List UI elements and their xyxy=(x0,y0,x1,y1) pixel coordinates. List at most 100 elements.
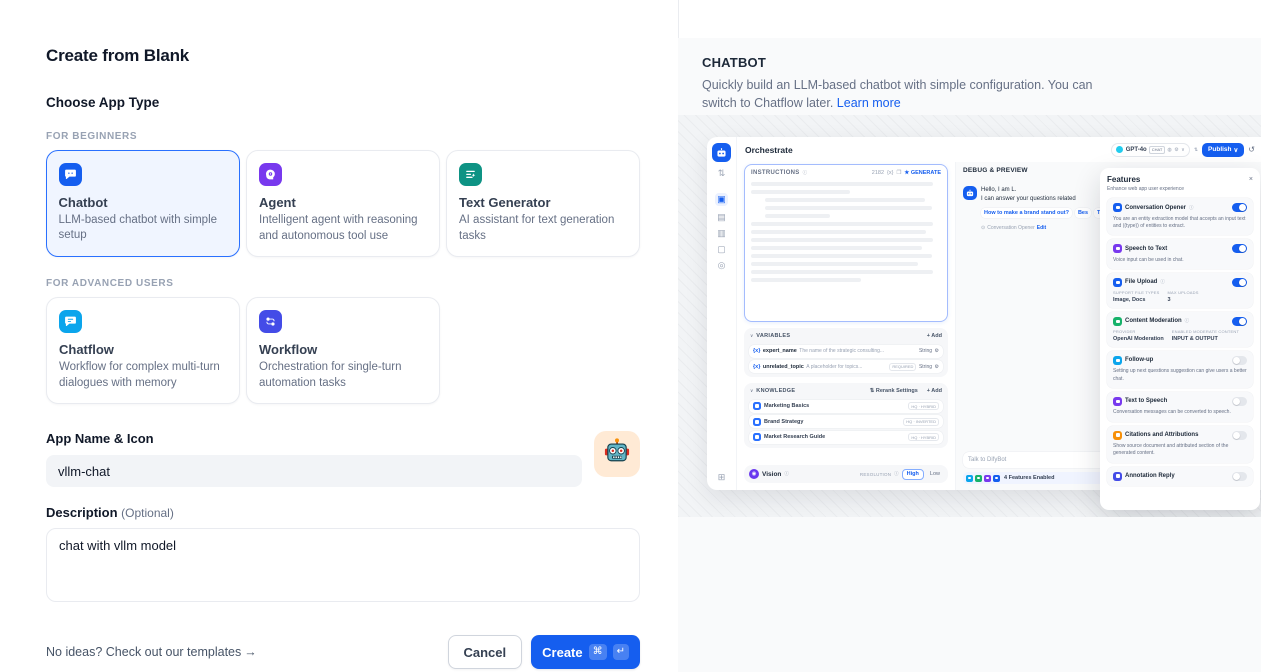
toggle-on xyxy=(1232,278,1247,287)
speaker-icon xyxy=(1113,397,1122,406)
annotation-icon xyxy=(1113,472,1122,481)
model-provider-icon xyxy=(1116,146,1123,153)
resolution-high-option: High xyxy=(902,469,924,480)
preview-frame-icon: ⊞ xyxy=(718,473,726,482)
app-type-title: Text Generator xyxy=(459,195,627,210)
app-type-desc: Intelligent agent with reasoning and aut… xyxy=(259,213,427,244)
feature-card-follow-up: Follow-up Setting up next questions sugg… xyxy=(1107,351,1253,388)
page-title: Create from Blank xyxy=(46,46,640,66)
preview-doc-icon: ▥ xyxy=(717,229,726,238)
suggestion-chip: Bes xyxy=(1075,208,1091,218)
sparkle-icon: ★ xyxy=(904,170,909,176)
gear-icon: ⚙ xyxy=(935,348,939,354)
chevron-down-icon: ∨ xyxy=(750,333,753,339)
document-icon xyxy=(753,402,761,410)
knowledge-row: Market Research Guide HQ · HYBRID xyxy=(749,431,943,444)
knowledge-row: Marketing Basics HQ · HYBRID xyxy=(749,400,943,413)
variable-row: {x} unrelated_topic A placeholder for to… xyxy=(749,360,943,373)
knowledge-section: ∨ KNOWLEDGE ⇅ Rerank Settings + Add xyxy=(744,383,948,448)
variable-icon: {x} xyxy=(753,348,760,354)
char-count: 2182 xyxy=(872,170,884,176)
modal-footer: No ideas? Check out our templates→ Cance… xyxy=(46,635,640,669)
model-selector: GPT-4o CHAT ◍ ⚙ ∨ xyxy=(1111,143,1190,157)
templates-link[interactable]: No ideas? Check out our templates→ xyxy=(46,645,257,659)
preview-notes-icon: ▢ xyxy=(717,245,726,254)
document-icon xyxy=(753,418,761,426)
advanced-cards-row: Chatflow Workflow for complex multi-turn… xyxy=(46,297,640,404)
info-icon: ⓘ xyxy=(784,471,789,477)
variable-icon: {x} xyxy=(887,170,893,176)
shield-icon xyxy=(1113,317,1122,326)
edit-link: Edit xyxy=(1037,225,1046,231)
app-icon-picker[interactable] xyxy=(594,431,640,477)
workflow-icon xyxy=(259,310,282,333)
info-icon: ⓘ xyxy=(1160,279,1165,285)
preview-orchestrate-icon: ▣ xyxy=(715,193,728,206)
app-type-title: Chatbot xyxy=(59,195,228,210)
preview-app-robot-icon xyxy=(712,143,731,162)
rerank-icon: ⇅ xyxy=(870,388,875,394)
document-icon xyxy=(753,433,761,441)
app-type-desc: Orchestration for single-turn automation… xyxy=(259,360,427,391)
app-type-desc: Workflow for complex multi-turn dialogue… xyxy=(59,360,227,391)
index-mode-badge: HQ · HYBRID xyxy=(908,433,939,441)
feature-card-speech-to-text: Speech to Text Voice input can be used i… xyxy=(1107,239,1253,269)
preview-description: Quickly build an LLM-based chatbot with … xyxy=(702,76,1107,112)
feature-card-citations: Citations and Attributions Show source d… xyxy=(1107,426,1253,463)
variables-section: ∨ VARIABLES + Add {x} expert_name The na… xyxy=(744,328,948,377)
variable-row: {x} expert_name The name of the strategi… xyxy=(749,345,943,358)
description-textarea[interactable]: chat with vllm model xyxy=(46,528,640,602)
vision-section: ◉ Vision ⓘ RESOLUTION ⓘ High Low xyxy=(744,465,948,483)
features-panel: Features × Enhance web app user experien… xyxy=(1100,168,1260,510)
copy-icon: ❐ xyxy=(896,170,901,176)
add-variable-button: + Add xyxy=(927,333,942,339)
preview-illustration-area: ⇅ ▣ ▤ ▥ ▢ ◎ ⊞ Orchestrate GPT-4o CHAT xyxy=(678,115,1261,517)
app-type-card-text-generator[interactable]: Text Generator AI assistant for text gen… xyxy=(446,150,640,257)
knowledge-row: Brand Strategy HQ · INVERTED xyxy=(749,415,943,428)
brain-icon: ◍ xyxy=(1167,147,1171,153)
preview-heading: CHATBOT xyxy=(702,55,1237,70)
chevron-down-icon: ∨ xyxy=(1181,147,1185,153)
chat-bubble-icon xyxy=(1113,203,1122,212)
index-mode-badge: HQ · INVERTED xyxy=(903,418,939,426)
preview-header: Orchestrate GPT-4o CHAT ◍ ⚙ ∨ ⇅ Publish xyxy=(737,137,1261,162)
feature-card-file-upload: File Upload ⓘ SUPPORT FILE TYPES Image, … xyxy=(1107,273,1253,308)
variable-icon: {x} xyxy=(753,364,760,370)
index-mode-badge: HQ · HYBRID xyxy=(908,402,939,410)
toggle-off xyxy=(1232,431,1247,440)
preview-switch-icon: ⇅ xyxy=(718,169,726,178)
app-type-card-chatbot[interactable]: Chatbot LLM-based chatbot with simple se… xyxy=(46,150,240,257)
opener-feature-icon xyxy=(966,475,973,482)
instructions-placeholder-text xyxy=(751,182,941,282)
info-icon: ⓘ xyxy=(894,471,899,477)
app-type-card-agent[interactable]: Agent Intelligent agent with reasoning a… xyxy=(246,150,440,257)
chatflow-icon xyxy=(59,310,82,333)
close-icon: × xyxy=(1249,176,1253,183)
app-type-desc: LLM-based chatbot with simple setup xyxy=(59,213,228,244)
robot-emoji-icon xyxy=(602,437,632,472)
resolution-label: RESOLUTION xyxy=(860,472,891,477)
resolution-low-option: Low xyxy=(927,470,943,479)
chat-bubble-icon xyxy=(1113,356,1122,365)
text-generator-icon xyxy=(459,163,482,186)
learn-more-link[interactable]: Learn more xyxy=(837,96,901,110)
cancel-button[interactable]: Cancel xyxy=(448,635,523,669)
speech-feature-icon xyxy=(984,475,991,482)
upload-feature-icon xyxy=(993,475,1000,482)
add-knowledge-button: + Add xyxy=(927,388,942,394)
opener-icon: ⊙ xyxy=(981,225,985,231)
chat-mode-badge: CHAT xyxy=(1149,146,1165,154)
app-type-card-chatflow[interactable]: Chatflow Workflow for complex multi-turn… xyxy=(46,297,240,404)
enter-key-icon: ↵ xyxy=(613,644,629,660)
instructions-panel: INSTRUCTIONS ⓘ 2182 {x} ❐ ★ GENERATE xyxy=(744,164,948,322)
app-name-block: App Name & Icon xyxy=(46,431,640,487)
app-type-card-workflow[interactable]: Workflow Orchestration for single-turn a… xyxy=(246,297,440,404)
microphone-icon xyxy=(1113,244,1122,253)
app-name-label: App Name & Icon xyxy=(46,431,582,446)
create-button[interactable]: Create ⌘ ↵ xyxy=(531,635,640,669)
info-icon: ⓘ xyxy=(1189,205,1194,211)
generate-button: ★ GENERATE xyxy=(904,170,941,176)
beginner-cards-row: Chatbot LLM-based chatbot with simple se… xyxy=(46,150,640,257)
choose-app-type-heading: Choose App Type xyxy=(46,95,640,110)
app-name-input[interactable] xyxy=(46,455,582,487)
